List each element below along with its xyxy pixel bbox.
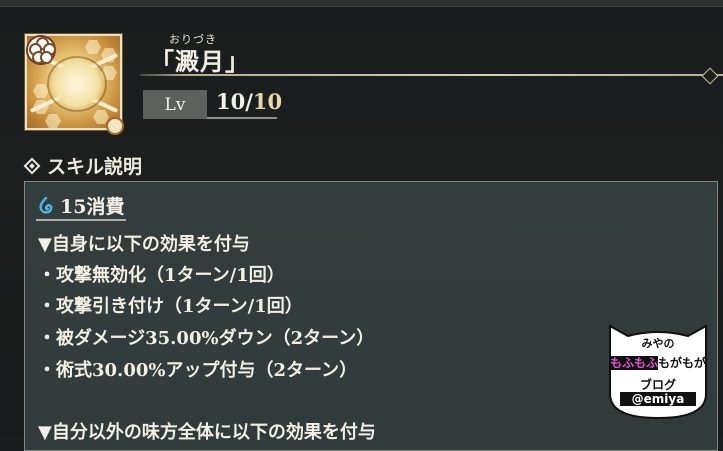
effect-header-allies: ▼自分以外の味方全体に以下の効果を付与 [38,422,376,443]
effect-line: ・術式30.00%アップ付与（2ターン） [38,360,358,381]
cursed-energy-flame-icon [38,196,54,215]
flower-badge-icon [26,35,56,65]
watermark-line3: ブログ [639,378,676,392]
effect-line: ・攻撃引き付け（1ターン/1回） [38,296,303,317]
effect-line: ・攻撃無効化（1ターン/1回） [38,265,285,286]
divider-ornament [701,67,719,85]
cost-row: 15消費 [38,192,124,219]
skill-name: 「澱月」 [150,47,250,76]
section-header: スキル説明 [22,152,142,179]
top-edge-bar [0,0,723,7]
level-label-text: Lv [164,94,186,115]
level-max: 10 [252,89,283,114]
watermark-black: もがもが [658,356,707,370]
level-value: 10/10 [216,89,282,114]
watermark-pink: もふもふ [609,356,658,370]
blog-watermark: みやの もふもふもがもが ブログ @emiya [606,324,710,420]
effect-header-self: ▼自身に以下の効果を付与 [38,234,250,255]
watermark-line1: みやの [641,337,675,350]
cost-underline [36,219,126,221]
level-separator: / [245,89,253,114]
swirl-icon [106,117,124,135]
level-label: Lv [143,90,207,119]
name-divider [140,74,723,76]
section-title: スキル説明 [47,156,143,178]
effect-line: ・被ダメージ35.00%ダウン（2ターン） [38,328,375,349]
level-underline [207,117,277,119]
diamond-icon [23,157,41,174]
watermark-line2: もふもふもがもが [606,354,710,371]
cost-text: 15消費 [60,196,125,218]
level-current: 10 [216,89,246,114]
watermark-handle: @emiya [620,392,696,406]
